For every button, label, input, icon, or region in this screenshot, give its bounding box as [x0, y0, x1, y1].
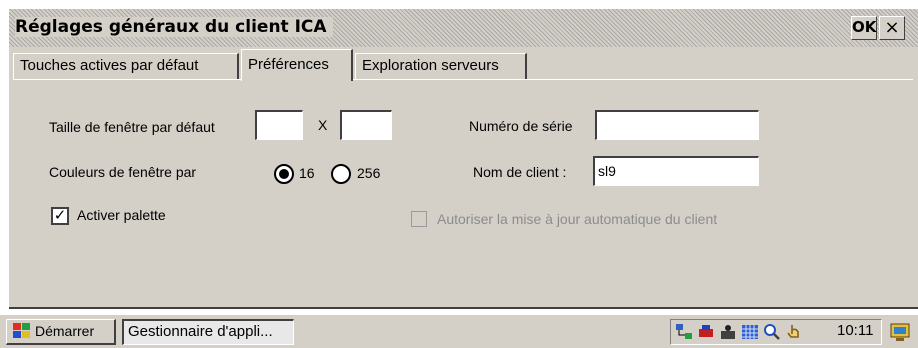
settings-window: Réglages généraux du client ICA OK × Tou… — [8, 8, 918, 309]
tab-server-browsing[interactable]: Exploration serveurs — [355, 53, 527, 79]
window-colors-label: Couleurs de fenêtre par — [49, 164, 197, 180]
keyboard-icon[interactable] — [741, 323, 759, 341]
touch-icon[interactable] — [785, 323, 803, 341]
pc-card-icon[interactable] — [697, 323, 715, 341]
serial-number-input[interactable] — [595, 110, 759, 140]
auto-update-checkbox[interactable] — [411, 211, 427, 227]
color-256-label: 256 — [357, 165, 381, 181]
window-height-input[interactable] — [340, 110, 392, 140]
color-16-radio[interactable] — [274, 164, 294, 184]
tab-divider — [13, 79, 913, 80]
title-bar[interactable]: Réglages généraux du client ICA OK × — [9, 9, 918, 47]
clock: 10:11 — [837, 322, 874, 339]
client-name-label: Nom de client : — [473, 164, 567, 180]
color-256-radio[interactable] — [331, 164, 351, 184]
search-icon[interactable] — [763, 323, 781, 341]
start-button[interactable]: Démarrer — [6, 319, 116, 345]
windows-logo-icon — [13, 323, 31, 339]
serial-number-label: Numéro de série — [469, 118, 573, 134]
close-button[interactable]: × — [879, 16, 905, 40]
window-title: Réglages généraux du client ICA — [15, 17, 333, 37]
desktop-icon[interactable] — [888, 320, 912, 344]
tab-default-hotkeys[interactable]: Touches actives par défaut — [13, 53, 239, 79]
tab-preferences[interactable]: Préférences — [241, 49, 353, 81]
window-size-label: Taille de fenêtre par défaut — [49, 119, 215, 135]
client-name-input[interactable]: sl9 — [593, 156, 759, 186]
activate-palette-label: Activer palette — [77, 207, 166, 223]
system-tray: 10:11 — [670, 319, 882, 345]
network-icon[interactable] — [675, 323, 693, 341]
activate-palette-checkbox[interactable]: ✓ — [51, 207, 69, 225]
window-width-input[interactable] — [255, 110, 303, 140]
color-16-label: 16 — [299, 165, 315, 181]
task-button-app-manager[interactable]: Gestionnaire d'appli... — [122, 319, 294, 345]
auto-update-label: Autoriser la mise à jour automatique du … — [437, 211, 718, 227]
start-label: Démarrer — [35, 323, 95, 339]
radio-selected-dot — [279, 169, 289, 179]
ok-button[interactable]: OK — [851, 16, 877, 40]
sound-icon[interactable] — [719, 323, 737, 341]
window-bottom-edge — [9, 307, 918, 309]
taskbar: Démarrer Gestionnaire d'appli... 10:11 — [0, 314, 918, 348]
size-separator: X — [318, 117, 328, 133]
